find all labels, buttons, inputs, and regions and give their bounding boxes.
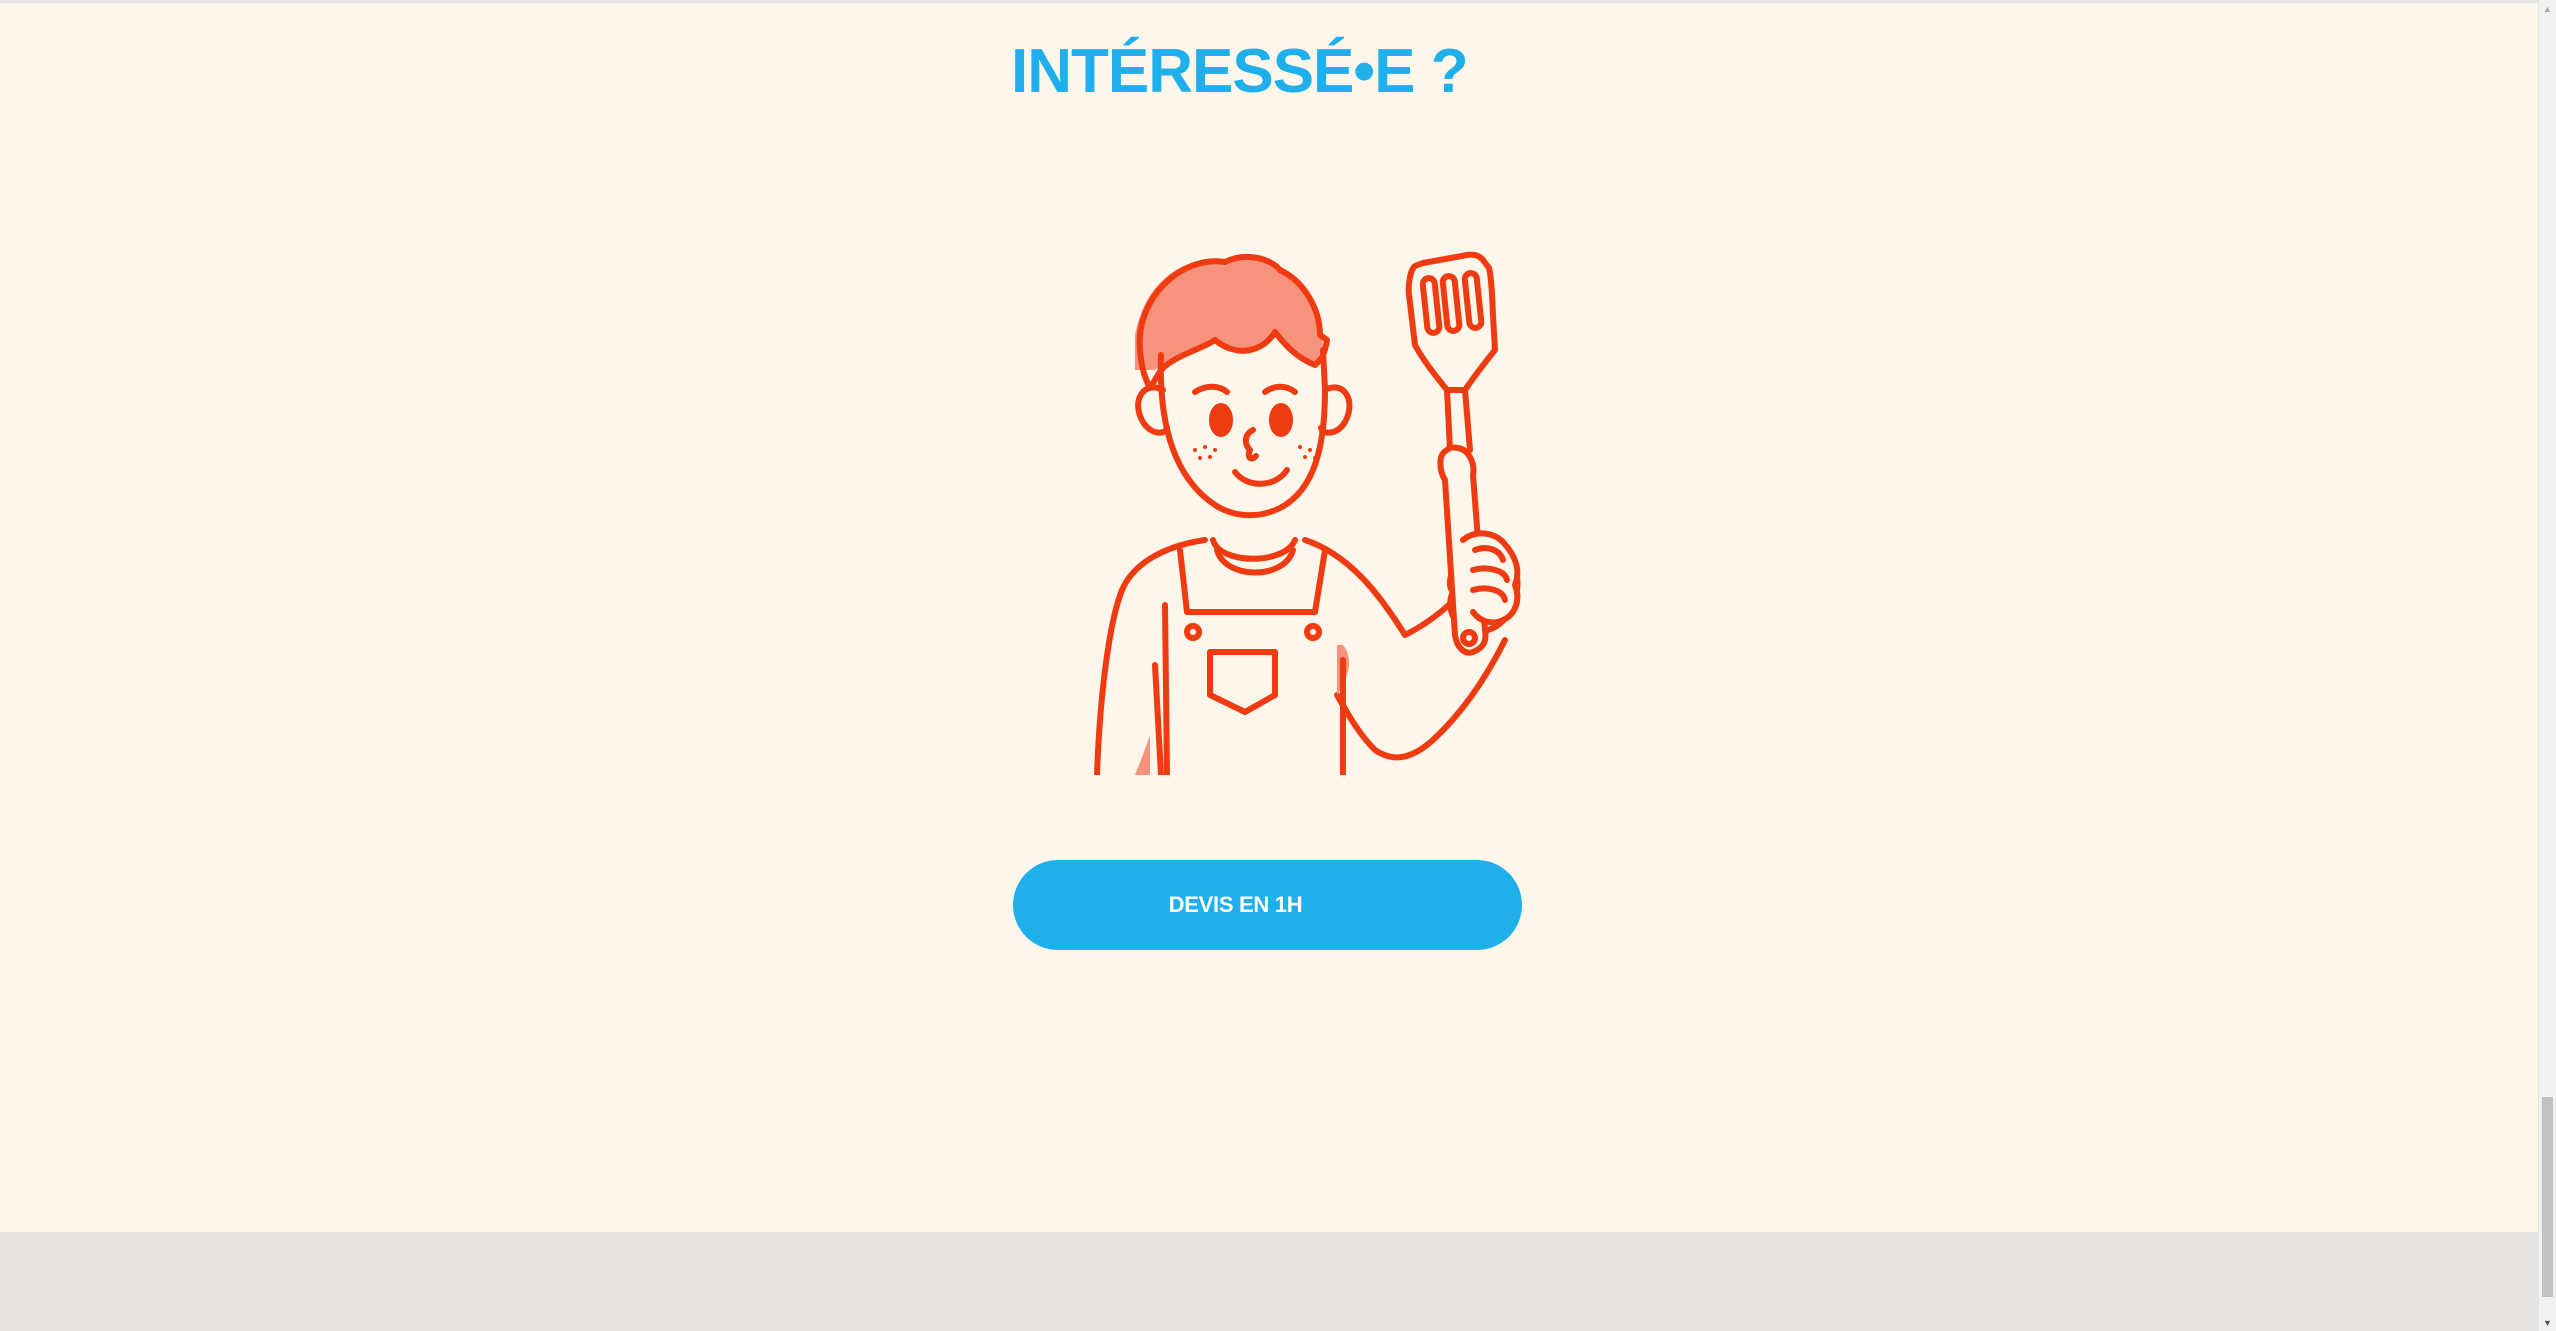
face-outline bbox=[1157, 347, 1328, 519]
chef-with-spatula-illustration bbox=[1094, 251, 1521, 775]
quote-in-1h-button[interactable]: DEVIS EN 1H bbox=[1013, 860, 1522, 950]
left-strap-outer bbox=[1152, 662, 1164, 775]
left-strap bbox=[1177, 547, 1190, 615]
top-divider bbox=[0, 0, 2538, 3]
left-eyebrow bbox=[1192, 383, 1230, 395]
right-strap bbox=[1312, 547, 1328, 615]
right-arm-lower bbox=[1334, 637, 1508, 761]
pocket bbox=[1207, 649, 1278, 715]
triangle-up-icon[interactable]: ▲ bbox=[2539, 0, 2556, 17]
triangle-down-icon[interactable]: ▼ bbox=[2539, 1314, 2556, 1331]
left-shoulder bbox=[1094, 537, 1208, 775]
section-heading: INTÉRESSÉ•E ? bbox=[1011, 37, 1469, 106]
footer-band bbox=[0, 1232, 2538, 1331]
page-viewport: INTÉRESSÉ•E ? DEVIS EN 1H ▲ ▼ bbox=[0, 0, 2556, 1331]
right-eyebrow bbox=[1262, 383, 1298, 395]
body-shading-left bbox=[1135, 585, 1150, 775]
left-eye bbox=[1209, 403, 1233, 437]
spatula-neck bbox=[1444, 387, 1473, 453]
smile bbox=[1232, 467, 1290, 487]
bib-left-side bbox=[1162, 602, 1170, 775]
scrollbar-thumb[interactable] bbox=[2542, 1097, 2553, 1297]
right-button bbox=[1304, 623, 1322, 641]
quote-button-label: DEVIS EN 1H bbox=[1168, 892, 1303, 917]
left-button bbox=[1184, 623, 1202, 641]
nose bbox=[1242, 427, 1259, 462]
right-eye bbox=[1269, 403, 1293, 437]
collar bbox=[1210, 537, 1298, 562]
vertical-scrollbar[interactable]: ▲ ▼ bbox=[2538, 0, 2556, 1331]
